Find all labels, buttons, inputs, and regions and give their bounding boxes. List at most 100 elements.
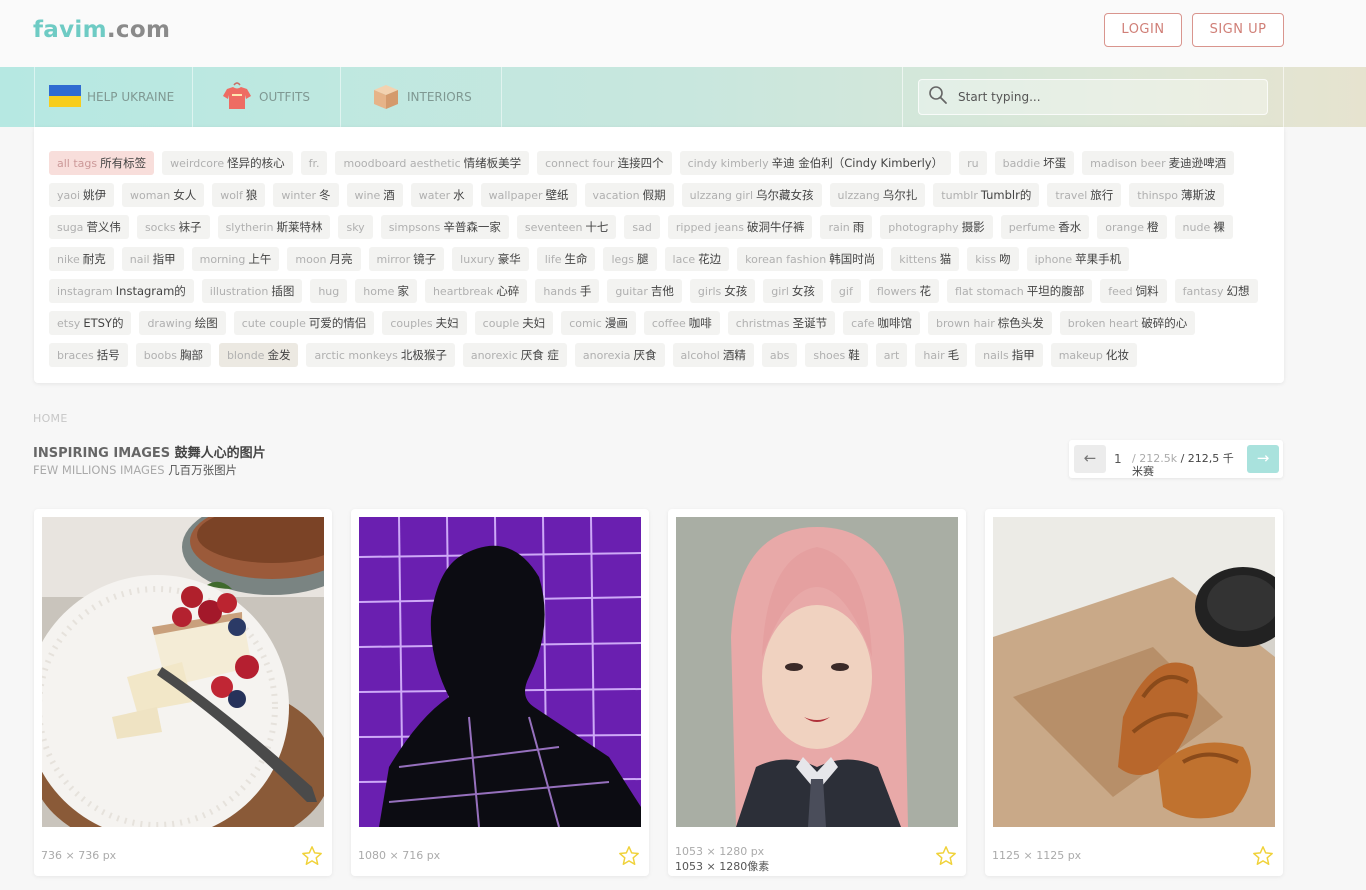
tag-chip[interactable]: simpsons 辛普森一家 [380, 215, 509, 239]
tag-chip[interactable]: cute couple 可爱的情侣 [233, 311, 375, 335]
tag-chip[interactable]: alcohol 酒精 [672, 343, 754, 367]
tag-chip[interactable]: luxury 豪华 [452, 247, 529, 271]
tag-chip[interactable]: anorexia 厌食 [574, 343, 665, 367]
tag-chip[interactable]: christmas 圣诞节 [727, 311, 836, 335]
tag-chip[interactable]: seventeen 十七 [516, 215, 617, 239]
site-logo[interactable]: favim.com [33, 17, 170, 43]
tag-chip[interactable]: coffee 咖啡 [643, 311, 720, 335]
tag-chip[interactable]: couples 夫妇 [382, 311, 467, 335]
tag-chip[interactable]: thinspo 薄斯波 [1129, 183, 1224, 207]
tag-chip[interactable]: shoes 鞋 [805, 343, 868, 367]
cheesecake-image[interactable] [42, 517, 324, 827]
tag-chip[interactable]: blonde 金发 [218, 343, 299, 367]
tag-chip[interactable]: travel 旅行 [1047, 183, 1122, 207]
tag-chip[interactable]: illustration 插图 [201, 279, 303, 303]
tag-chip[interactable]: suga 菅义伟 [49, 215, 129, 239]
tag-chip[interactable]: iphone 苹果手机 [1026, 247, 1130, 271]
tag-chip[interactable]: girl 女孩 [763, 279, 823, 303]
nav-item-help-ukraine[interactable]: HELP UKRAINE [34, 67, 192, 127]
tag-chip[interactable]: wine 酒 [346, 183, 403, 207]
tag-chip[interactable]: photography 摄影 [880, 215, 993, 239]
tag-chip[interactable]: ripped jeans 破洞牛仔裤 [667, 215, 813, 239]
tag-chip[interactable]: legs 腿 [603, 247, 657, 271]
tag-chip[interactable]: moodboard aesthetic 情绪板美学 [335, 151, 530, 175]
signup-button[interactable]: SIGN UP [1192, 13, 1284, 47]
portrait-image[interactable] [676, 517, 958, 827]
tag-chip[interactable]: moon 月亮 [287, 247, 361, 271]
tag-chip[interactable]: mirror 镜子 [368, 247, 445, 271]
tag-chip[interactable]: ru [959, 151, 987, 175]
tag-chip[interactable]: cindy kimberly 辛迪 金伯利（Cindy Kimberly） [679, 151, 952, 175]
image-card[interactable]: 1080 × 716 px [351, 509, 649, 876]
tag-chip[interactable]: weirdcore 怪异的核心 [162, 151, 293, 175]
tag-chip[interactable]: art [875, 343, 908, 367]
tag-chip[interactable]: flat stomach 平坦的腹部 [947, 279, 1093, 303]
favorite-star-icon[interactable] [301, 845, 323, 871]
image-card[interactable]: 1125 × 1125 px [985, 509, 1283, 876]
tag-chip[interactable]: perfume 香水 [1000, 215, 1090, 239]
current-page-input[interactable]: 1 [1114, 452, 1122, 466]
tag-chip[interactable]: fantasy 幻想 [1174, 279, 1258, 303]
tag-chip[interactable]: boobs 胸部 [135, 343, 211, 367]
tag-chip[interactable]: kiss 吻 [967, 247, 1019, 271]
tag-chip[interactable]: socks 袜子 [136, 215, 210, 239]
tag-chip[interactable]: nude 裸 [1174, 215, 1233, 239]
tag-chip[interactable]: tumblr Tumblr的 [933, 183, 1040, 207]
tag-chip[interactable]: comic 漫画 [561, 311, 636, 335]
tag-chip[interactable]: flowers 花 [868, 279, 940, 303]
tag-chip[interactable]: sad [624, 215, 660, 239]
tag-chip[interactable]: anorexic 厌食 症 [462, 343, 567, 367]
tag-chip[interactable]: fr. [300, 151, 328, 175]
tag-chip[interactable]: etsy ETSY的 [49, 311, 132, 335]
tag-chip[interactable]: braces 括号 [49, 343, 128, 367]
tag-chip[interactable]: broken heart 破碎的心 [1059, 311, 1196, 335]
login-button[interactable]: LOGIN [1104, 13, 1182, 47]
tag-chip[interactable]: baddie 坏蛋 [994, 151, 1075, 175]
favorite-star-icon[interactable] [618, 845, 640, 871]
tag-chip[interactable]: water 水 [410, 183, 473, 207]
tag-chip[interactable]: couple 夫妇 [474, 311, 554, 335]
tag-chip[interactable]: orange 橙 [1097, 215, 1167, 239]
image-card[interactable]: 1053 × 1280 px 1053 × 1280像素 [668, 509, 966, 876]
image-card[interactable]: 736 × 736 px [34, 509, 332, 876]
nav-item-interiors[interactable]: INTERIORS [340, 67, 502, 127]
tag-chip[interactable]: wolf 狼 [212, 183, 266, 207]
tag-chip[interactable]: rain 雨 [820, 215, 873, 239]
tag-chip[interactable]: yaoi 姚伊 [49, 183, 115, 207]
tag-chip[interactable]: instagram Instagram的 [49, 279, 194, 303]
tag-chip[interactable]: heartbreak 心碎 [424, 279, 528, 303]
prev-page-button[interactable]: ← [1074, 445, 1106, 473]
tag-chip[interactable]: wallpaper 壁纸 [480, 183, 577, 207]
tag-chip[interactable]: drawing 绘图 [139, 311, 226, 335]
tag-chip[interactable]: nike 耐克 [49, 247, 114, 271]
tag-chip[interactable]: hair 毛 [915, 343, 968, 367]
tag-chip[interactable]: sky [338, 215, 373, 239]
search-box[interactable] [918, 79, 1268, 115]
tag-chip[interactable]: nail 指甲 [121, 247, 184, 271]
search-input[interactable] [958, 90, 1248, 104]
silhouette-grid-image[interactable] [359, 517, 641, 827]
nav-item-outfits[interactable]: OUTFITS [192, 67, 340, 127]
tag-chip[interactable]: woman 女人 [122, 183, 205, 207]
tag-chip[interactable]: brown hair 棕色头发 [928, 311, 1052, 335]
tag-chip[interactable]: morning 上午 [191, 247, 280, 271]
tag-chip[interactable]: vacation 假期 [584, 183, 674, 207]
tag-chip[interactable]: nails 指甲 [975, 343, 1043, 367]
tag-chip[interactable]: hands 手 [535, 279, 600, 303]
tag-chip[interactable]: abs [761, 343, 798, 367]
croissant-image[interactable] [993, 517, 1275, 827]
tag-chip[interactable]: ulzzang 乌尔扎 [829, 183, 926, 207]
tag-chip[interactable]: connect four 连接四个 [537, 151, 672, 175]
tag-chip[interactable]: hug [310, 279, 348, 303]
tag-chip[interactable]: lace 花边 [664, 247, 730, 271]
tag-chip[interactable]: guitar 吉他 [607, 279, 682, 303]
next-page-button[interactable]: → [1247, 445, 1279, 473]
tag-chip[interactable]: life 生命 [536, 247, 596, 271]
tag-chip[interactable]: madison beer 麦迪逊啤酒 [1082, 151, 1235, 175]
tag-chip[interactable]: winter 冬 [273, 183, 339, 207]
tag-chip[interactable]: cafe 咖啡馆 [843, 311, 921, 335]
tag-chip[interactable]: feed 饲料 [1100, 279, 1167, 303]
breadcrumb[interactable]: HOME [33, 412, 68, 425]
tag-chip[interactable]: all tags 所有标签 [49, 151, 155, 175]
tag-chip[interactable]: kittens 猫 [891, 247, 960, 271]
